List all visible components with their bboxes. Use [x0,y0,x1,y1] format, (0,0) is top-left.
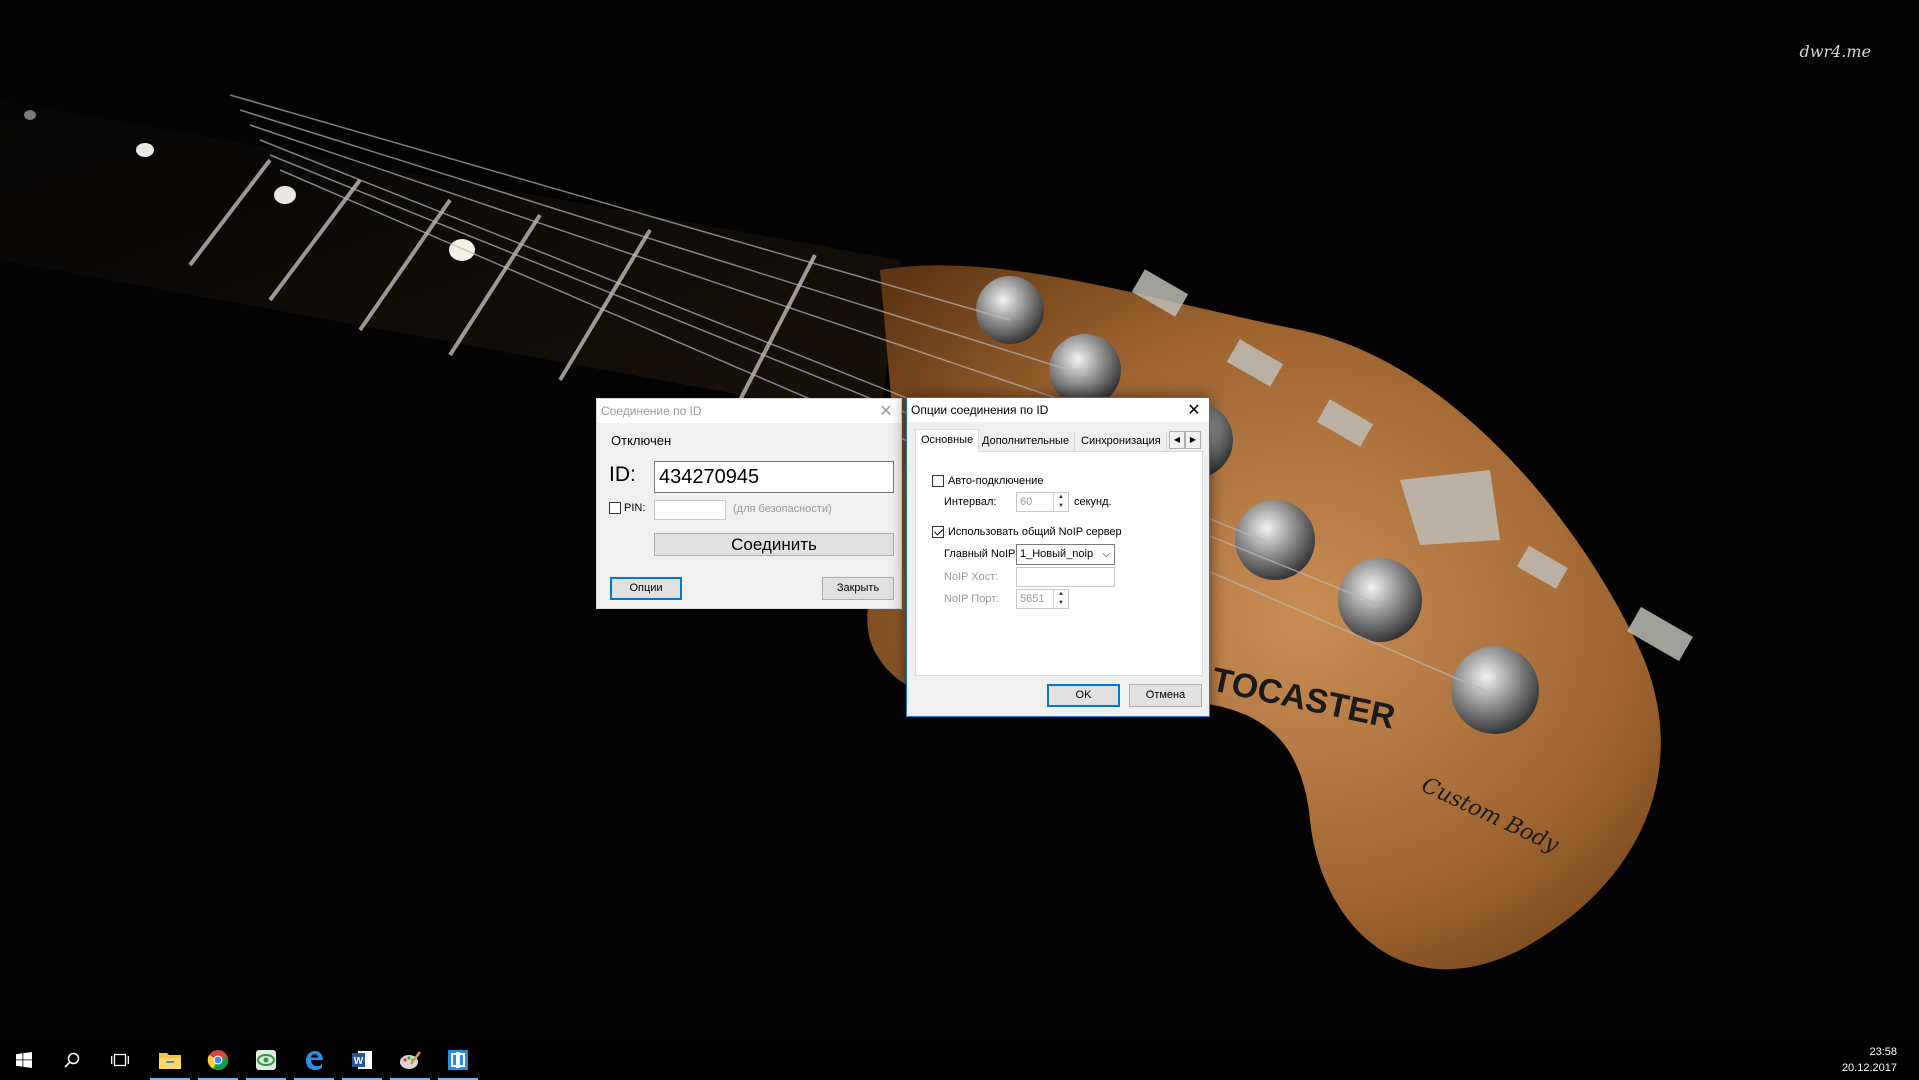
task-view-icon[interactable] [96,1040,144,1080]
remote-access-icon[interactable] [434,1040,482,1080]
system-clock[interactable]: 23:58 20.12.2017 [1842,1044,1897,1076]
tab-basic[interactable]: Основные [915,429,980,452]
taskbar: W 23:58 20.12.2017 [0,1040,1919,1080]
clock-date: 20.12.2017 [1841,1062,1897,1074]
tab-scroll-left-icon[interactable]: ◀ [1169,431,1185,449]
options-dialog-titlebar[interactable]: Опции соединения по ID ✕ [907,398,1209,422]
word-icon[interactable]: W [338,1040,386,1080]
search-icon[interactable] [48,1040,96,1080]
tab-scroll: ◀ ▶ [1169,431,1201,449]
edge-icon[interactable] [290,1040,338,1080]
pin-checkbox[interactable] [609,502,621,514]
options-button[interactable]: Опции [610,577,682,600]
close-icon[interactable]: ✕ [1179,398,1209,422]
interval-unit: секунд. [1074,496,1112,508]
use-noip-checkbox[interactable] [932,526,944,538]
options-dialog-title: Опции соединения по ID [911,403,1049,417]
noip-port-spinner[interactable]: 5651 ▲ ▼ [1016,589,1069,609]
id-label: ID: [609,463,636,486]
chevron-down-icon: ⌵ [1102,549,1110,560]
connect-button[interactable]: Соединить [654,533,894,556]
noip-host-label: NoIP Хост: [944,571,999,583]
connect-dialog-title: Соединение по ID [601,404,702,418]
tab-advanced[interactable]: Дополнительные [977,431,1076,451]
use-noip-row: Использовать общий NoIP сервер [932,526,1122,538]
auto-connect-row: Авто-подключение [932,475,1043,487]
ok-button[interactable]: OK [1047,684,1120,707]
main-noip-value: 1_Новый_noip [1020,548,1094,560]
windows-start-icon[interactable] [0,1040,48,1080]
id-input[interactable]: 434270945 [654,461,894,493]
basic-tab-panel: Авто-подключение Интервал: 60 ▲ ▼ секунд.… [915,451,1203,676]
pin-row: PIN: [609,502,645,514]
spinner-arrows-icon[interactable]: ▲ ▼ [1053,590,1068,608]
connect-dialog-titlebar[interactable]: Соединение по ID ✕ [597,399,901,423]
interval-value: 60 [1020,496,1033,508]
close-button[interactable]: Закрыть [822,577,894,600]
main-noip-label: Главный NoIP: [944,548,1019,560]
cancel-button[interactable]: Отмена [1129,684,1202,707]
close-icon[interactable]: ✕ [871,399,901,423]
pin-hint: (для безопасности) [733,503,832,515]
connection-status: Отключен [611,433,672,448]
spinner-arrows-icon[interactable]: ▲ ▼ [1053,493,1068,511]
connection-options-dialog: Опции соединения по ID ✕ Основные Дополн… [906,397,1210,717]
auto-connect-checkbox[interactable] [932,475,944,487]
tab-scroll-right-icon[interactable]: ▶ [1185,431,1201,449]
auto-connect-label: Авто-подключение [948,475,1044,487]
file-explorer-icon[interactable] [146,1040,194,1080]
noip-host-input[interactable] [1016,567,1115,587]
pin-input[interactable] [654,500,726,520]
use-noip-label: Использовать общий NoIP сервер [948,526,1122,538]
main-noip-select[interactable]: 1_Новый_noip ⌵ [1016,544,1115,565]
tab-sync[interactable]: Синхронизация [1076,431,1167,451]
wallpaper-watermark: dwr4.me [1799,42,1872,61]
interval-spinner[interactable]: 60 ▲ ▼ [1016,492,1069,512]
green-app-icon[interactable] [242,1040,290,1080]
chrome-icon[interactable] [194,1040,242,1080]
connect-by-id-dialog: Соединение по ID ✕ Отключен ID: 43427094… [596,398,902,609]
svg-text:W: W [354,1056,364,1067]
clock-time: 23:58 [1869,1046,1897,1058]
pin-label: PIN: [624,502,646,514]
noip-port-value: 5651 [1020,593,1045,605]
interval-label: Интервал: [944,496,997,508]
paint-icon[interactable] [386,1040,434,1080]
options-tabs: Основные Дополнительные Синхронизация ◀ … [915,429,1201,452]
noip-port-label: NoIP Порт: [944,593,1000,605]
